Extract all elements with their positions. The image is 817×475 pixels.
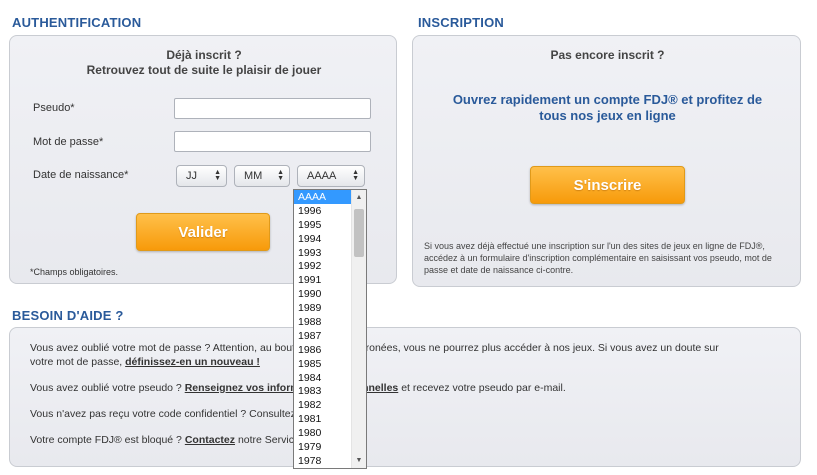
select-arrows-icon: ▲ ▼ (214, 169, 221, 182)
inscription-panel: Pas encore inscrit ? Ouvrez rapidement u… (412, 35, 801, 287)
pseudo-label: Pseudo* (33, 102, 75, 114)
day-select[interactable]: JJ ▲ ▼ (176, 165, 227, 187)
inscription-pitch-1: Ouvrez rapidement un compte FDJ® et prof… (452, 92, 763, 107)
contact-link[interactable]: Contactez (185, 434, 235, 446)
help-panel: Vous avez oublié votre mot de passe ? At… (9, 327, 801, 467)
password-input[interactable] (174, 131, 371, 152)
month-select[interactable]: MM ▲ ▼ (234, 165, 290, 187)
inscription-note-1: Si vous avez déjà effectué une inscripti… (424, 241, 765, 251)
help-line-4: Votre compte FDJ® est bloqué ? Contactez… (30, 433, 335, 447)
new-password-link[interactable]: définissez-en un nouveau ! (125, 356, 260, 368)
help-line-1b: votre mot de passe, définissez-en un nou… (30, 355, 260, 369)
scroll-thumb[interactable] (354, 209, 364, 257)
auth-title: AUTHENTIFICATION (12, 15, 142, 30)
signup-button[interactable]: S'inscrire (530, 166, 685, 204)
required-note: *Champs obligatoires. (30, 267, 119, 277)
pseudo-input[interactable] (174, 98, 371, 119)
select-arrows-icon: ▲ ▼ (352, 169, 359, 182)
validate-button[interactable]: Valider (136, 213, 270, 251)
help-line-1: Vous avez oublié votre mot de passe ? At… (30, 342, 719, 354)
day-select-value: JJ (186, 170, 197, 182)
scroll-down-icon[interactable]: ▼ (352, 453, 366, 468)
select-arrows-icon: ▲ ▼ (277, 169, 284, 182)
inscription-note-2: accédez à un formulaire d'inscription co… (424, 253, 772, 263)
help-line-1b-text: votre mot de passe, (30, 356, 123, 368)
dropdown-scrollbar[interactable]: ▲ ▼ (351, 190, 366, 468)
birthdate-label: Date de naissance* (33, 169, 129, 181)
auth-intro-2: Retrouvez tout de suite le plaisir de jo… (86, 63, 322, 77)
year-dropdown-list[interactable]: AAAA 1996 1995 1994 1993 1992 1991 1990 1989 1988… (293, 189, 367, 469)
help-line-4-text: Votre compte FDJ® est bloqué ? (30, 434, 182, 446)
inscription-title: INSCRIPTION (418, 15, 504, 30)
auth-intro-1: Déjà inscrit ? (166, 48, 242, 62)
inscription-note-3: passe et date de naissance ci-contre. (424, 265, 574, 275)
year-select-value: AAAA (307, 170, 337, 182)
password-label: Mot de passe* (33, 136, 104, 148)
help-line-2-text: Vous avez oublié votre pseudo ? (30, 382, 182, 394)
scroll-up-icon[interactable]: ▲ (352, 190, 366, 205)
help-line-2-tail: et recevez votre pseudo par e-mail. (401, 382, 566, 394)
inscription-question: Pas encore inscrit ? (550, 48, 665, 62)
year-select[interactable]: AAAA ▲ ▼ (297, 165, 365, 187)
month-select-value: MM (244, 170, 263, 182)
help-title: BESOIN D'AIDE ? (12, 308, 124, 323)
inscription-pitch-2: tous nos jeux en ligne (539, 108, 676, 123)
